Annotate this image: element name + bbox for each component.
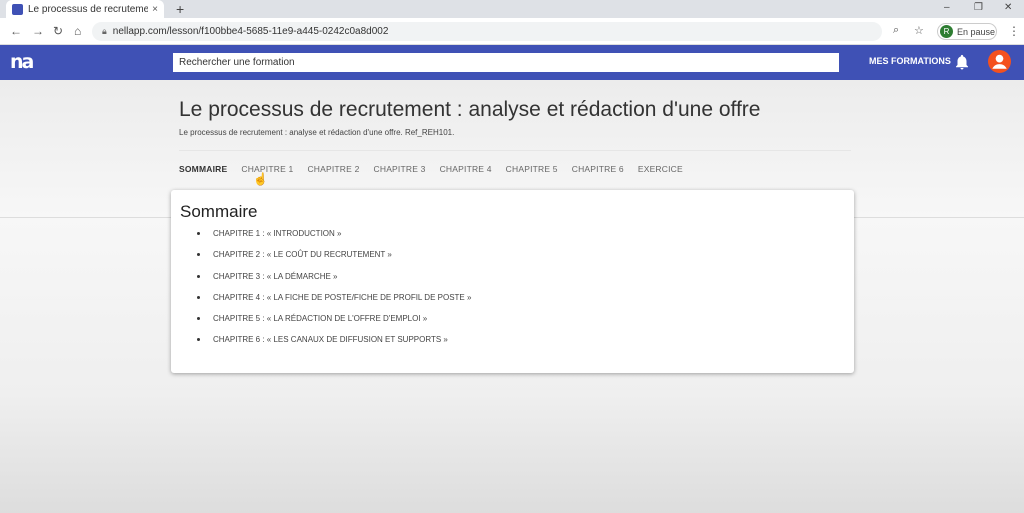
- home-icon[interactable]: ⌂: [74, 24, 81, 38]
- summary-item-label: CHAPITRE 6 : « LES CANAUX DE DIFFUSION E…: [213, 335, 448, 345]
- mes-formations-link[interactable]: MES FORMATIONS: [869, 56, 951, 66]
- tab-sommaire[interactable]: SOMMAIRE: [179, 164, 227, 185]
- close-window-button[interactable]: ✕: [1004, 2, 1012, 13]
- address-bar[interactable]: 🔒︎ nellapp.com/lesson/f100bbe4-5685-11e9…: [92, 22, 882, 41]
- user-icon: [992, 54, 1007, 69]
- app-header: na MES FORMATIONS: [0, 45, 1024, 80]
- page-title: Le processus de recrutement : analyse et…: [179, 98, 761, 121]
- bell-icon[interactable]: [953, 53, 971, 71]
- reload-icon[interactable]: ↻: [53, 24, 63, 38]
- summary-item-label: CHAPITRE 5 : « LA RÉDACTION DE L'OFFRE D…: [213, 314, 428, 324]
- tab-exercice[interactable]: EXERCICE: [638, 164, 683, 185]
- list-item[interactable]: CHAPITRE 6 : « LES CANAUX DE DIFFUSION E…: [197, 335, 471, 356]
- summary-item-label: CHAPITRE 1 : « INTRODUCTION »: [213, 229, 342, 238]
- chapter-tabs: SOMMAIRE CHAPITRE 1 CHAPITRE 2 CHAPITRE …: [179, 150, 851, 185]
- user-avatar[interactable]: [988, 50, 1011, 73]
- tab-chapitre-5[interactable]: CHAPITRE 5: [506, 164, 558, 185]
- summary-item-label: CHAPITRE 2 : « LE COÛT DU RECRUTEMENT »: [213, 250, 392, 260]
- tab-close-icon[interactable]: ×: [152, 4, 158, 15]
- tab-chapitre-2[interactable]: CHAPITRE 2: [307, 164, 359, 185]
- browser-toolbar: ← → ↻ ⌂ 🔒︎ nellapp.com/lesson/f100bbe4-5…: [0, 18, 1024, 45]
- page-subtitle: Le processus de recrutement : analyse et…: [179, 128, 455, 137]
- maximize-button[interactable]: ❐: [974, 2, 983, 13]
- bullet-icon: [197, 232, 200, 235]
- profile-status: En pause: [957, 26, 996, 37]
- hand-cursor-icon: ☝: [253, 172, 268, 186]
- summary-item-label: CHAPITRE 3 : « LA DÉMARCHE »: [213, 271, 338, 281]
- zoom-icon[interactable]: ⌕: [893, 24, 899, 37]
- tab-chapitre-4[interactable]: CHAPITRE 4: [440, 164, 492, 185]
- new-tab-button[interactable]: +: [176, 1, 184, 17]
- summary-card: Sommaire CHAPITRE 1 : « INTRODUCTION » C…: [171, 190, 854, 373]
- list-item[interactable]: CHAPITRE 1 : « INTRODUCTION »: [197, 229, 471, 250]
- url-text: nellapp.com/lesson/f100bbe4-5685-11e9-a4…: [112, 26, 389, 37]
- list-item[interactable]: CHAPITRE 4 : « LA FICHE DE POSTE/FICHE D…: [197, 293, 471, 314]
- profile-avatar: R: [940, 25, 953, 38]
- minimize-button[interactable]: –: [944, 2, 950, 13]
- browser-menu-icon[interactable]: ⋮: [1008, 24, 1020, 38]
- summary-title: Sommaire: [180, 202, 258, 221]
- tab-chapitre-6[interactable]: CHAPITRE 6: [572, 164, 624, 185]
- site-favicon-icon: [12, 3, 23, 15]
- profile-chip[interactable]: R En pause: [937, 23, 997, 40]
- list-item[interactable]: CHAPITRE 5 : « LA RÉDACTION DE L'OFFRE D…: [197, 314, 471, 335]
- bullet-icon: [197, 253, 200, 257]
- summary-list: CHAPITRE 1 : « INTRODUCTION » CHAPITRE 2…: [197, 229, 471, 357]
- bullet-icon: [197, 274, 200, 278]
- bullet-icon: [197, 317, 200, 321]
- bullet-icon: [197, 295, 200, 299]
- tab-chapitre-3[interactable]: CHAPITRE 3: [374, 164, 426, 185]
- list-item[interactable]: CHAPITRE 2 : « LE COÛT DU RECRUTEMENT »: [197, 250, 471, 271]
- list-item[interactable]: CHAPITRE 3 : « LA DÉMARCHE »: [197, 272, 471, 293]
- summary-item-label: CHAPITRE 4 : « LA FICHE DE POSTE/FICHE D…: [213, 292, 472, 302]
- forward-arrow-icon[interactable]: →: [32, 24, 44, 38]
- browser-tab-title: Le processus de recrutement : an: [28, 3, 149, 15]
- lock-icon: 🔒︎: [102, 26, 107, 36]
- back-arrow-icon[interactable]: ←: [10, 24, 22, 38]
- app-logo[interactable]: na: [10, 53, 34, 72]
- browser-tab[interactable]: Le processus de recrutement : an ×: [6, 0, 164, 18]
- star-icon[interactable]: ☆: [914, 24, 924, 37]
- search-input[interactable]: [173, 53, 839, 72]
- bullet-icon: [197, 338, 200, 342]
- browser-tab-bar: Le processus de recrutement : an × + – ❐…: [0, 0, 1024, 18]
